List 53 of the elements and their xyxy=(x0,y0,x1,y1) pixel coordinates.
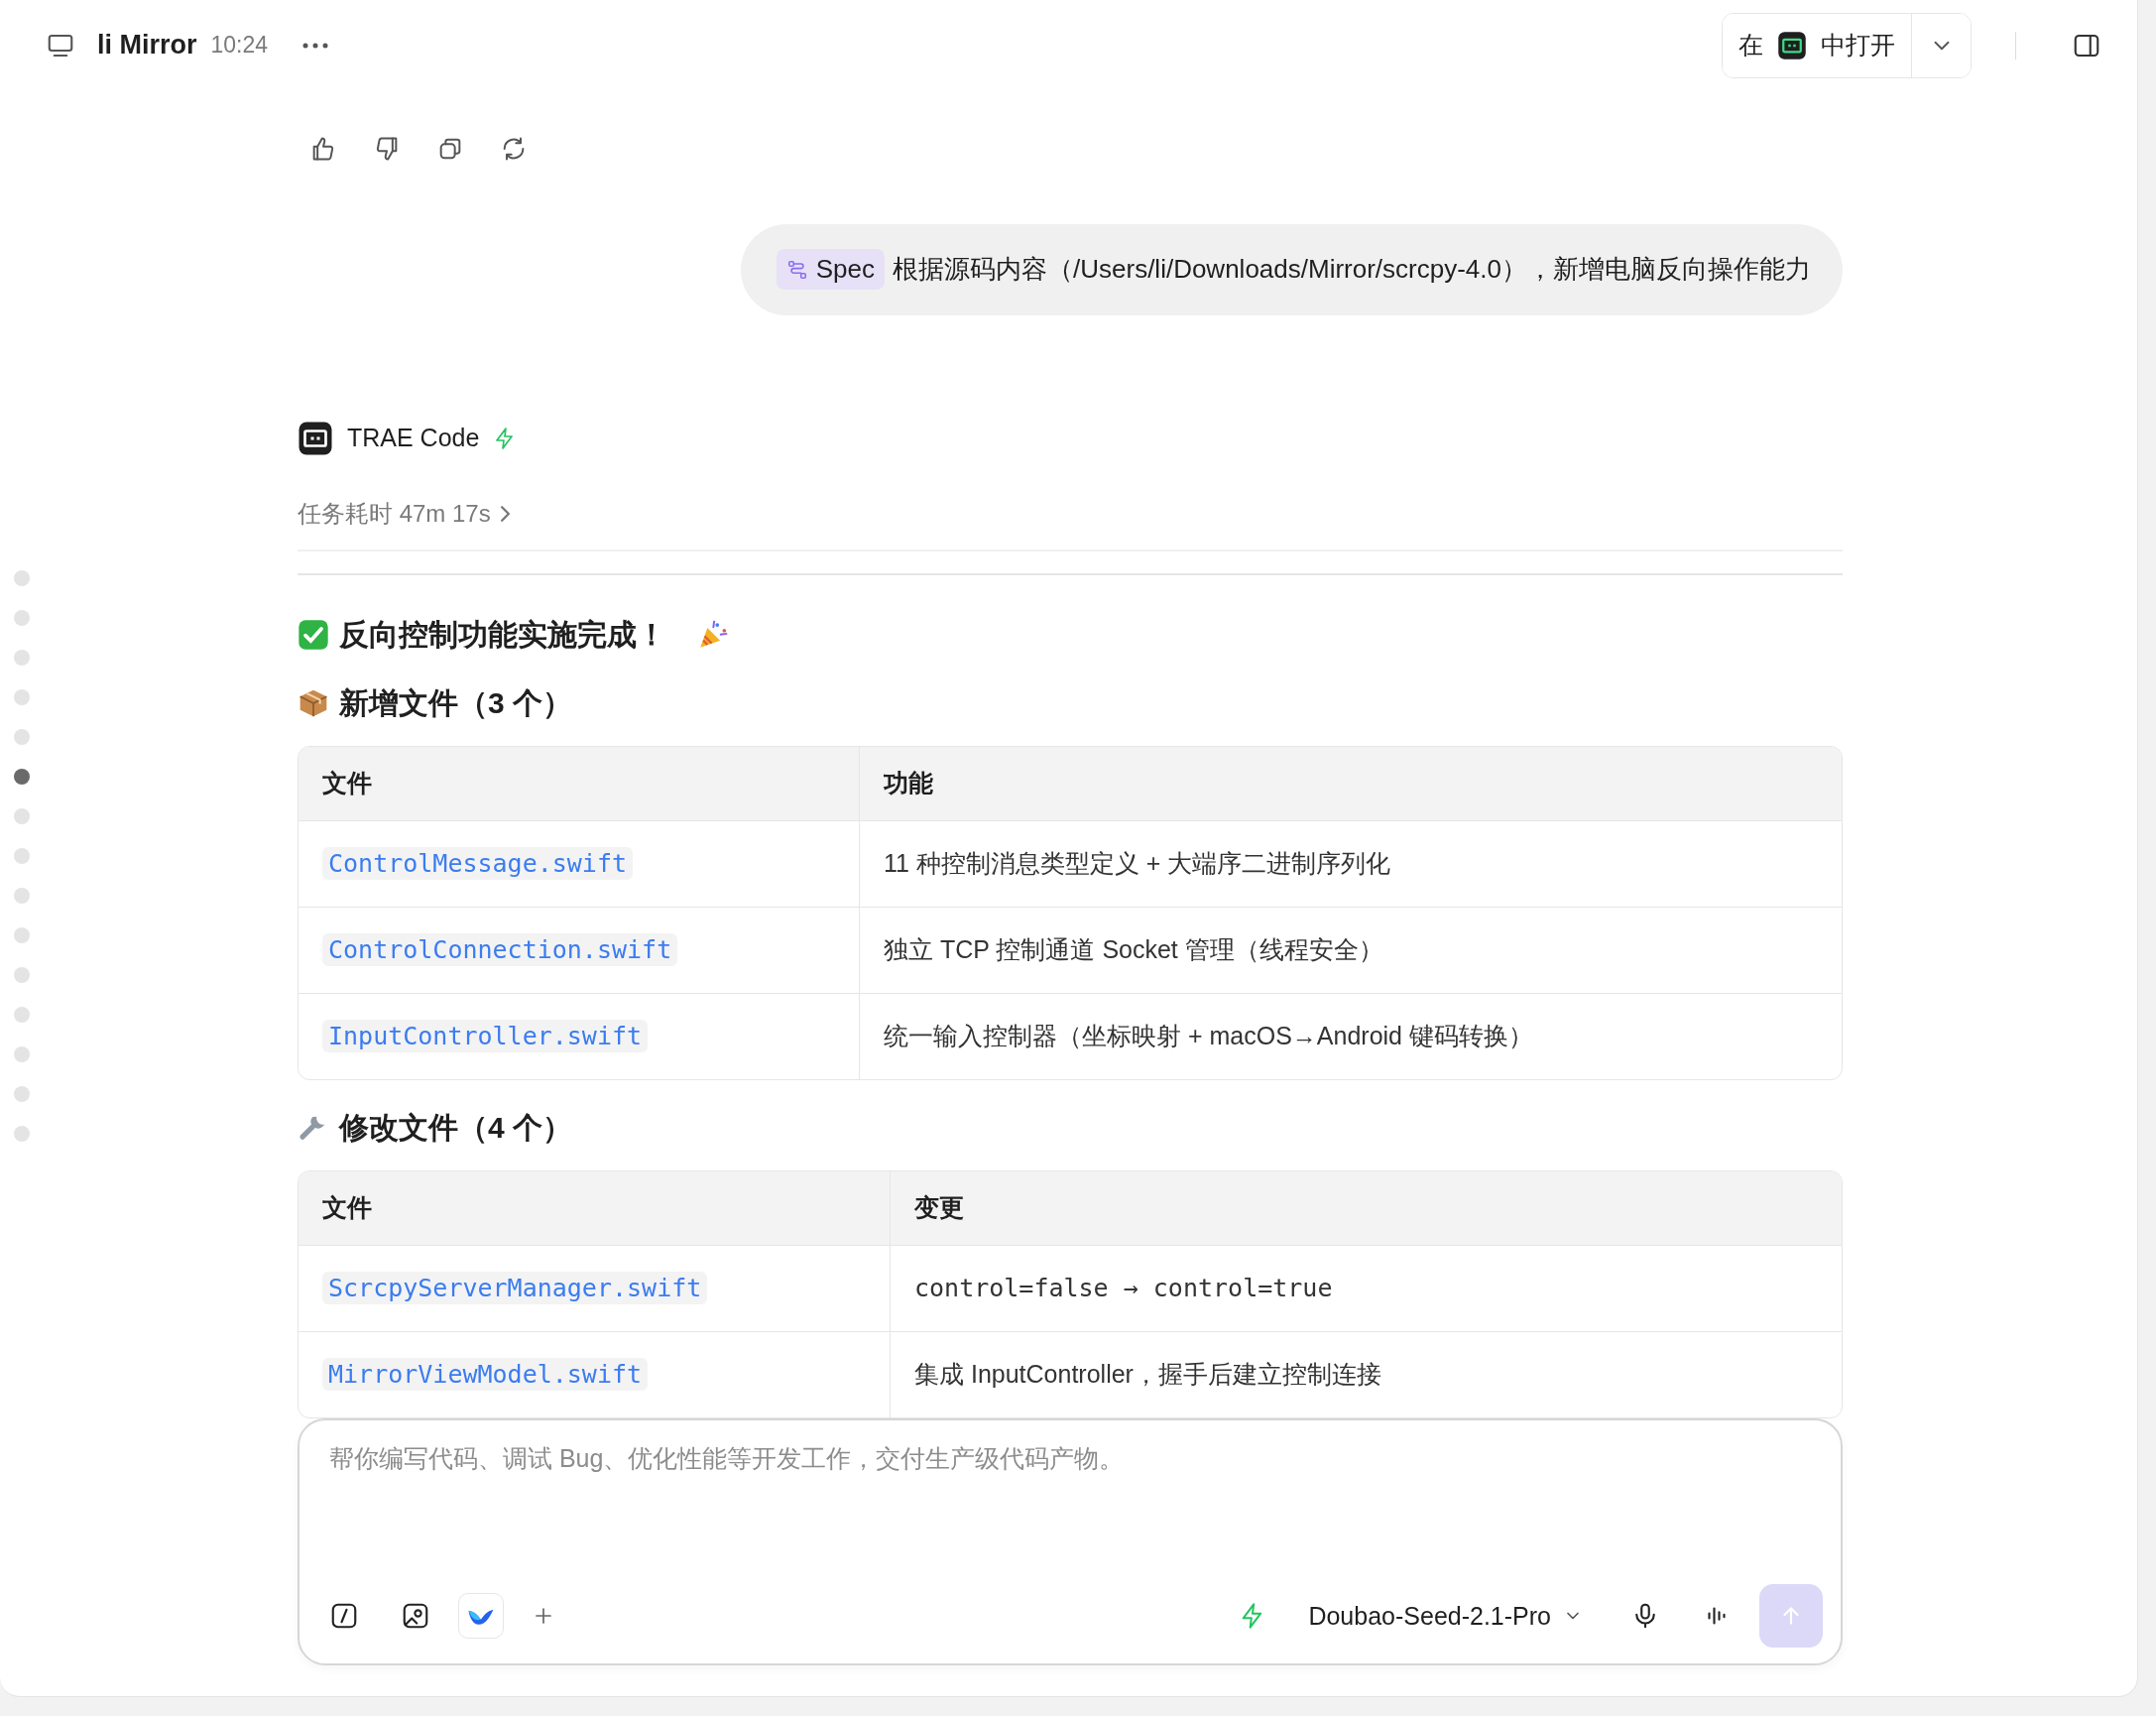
timeline-dot[interactable] xyxy=(14,1085,30,1102)
slash-square-icon xyxy=(329,1601,359,1631)
more-icon xyxy=(301,41,330,50)
description-text: 11 种控制消息类型定义 + 大端序二进制序列化 xyxy=(884,848,1391,880)
command-button[interactable] xyxy=(329,1601,359,1631)
file-name: ScrcpyServerManager.swift xyxy=(322,1272,708,1305)
agent-name: TRAE Code xyxy=(347,424,480,453)
image-button[interactable] xyxy=(401,1601,430,1631)
timeline-dot[interactable] xyxy=(14,649,30,666)
timeline-dot[interactable] xyxy=(14,847,30,864)
timeline-dot[interactable] xyxy=(14,807,30,824)
message-text: 根据源码内容（/Users/li/Downloads/Mirror/scrcpy-4.0），新增电脑反向操作能力 xyxy=(893,253,1811,287)
timeline-dot[interactable] xyxy=(14,1006,30,1023)
description-text: 集成 InputController，握手后建立控制连接 xyxy=(914,1359,1381,1391)
column-header: 变更 xyxy=(891,1170,1842,1246)
timeline-dot[interactable] xyxy=(14,569,30,586)
timeline-dot[interactable] xyxy=(14,1045,30,1062)
image-icon xyxy=(401,1601,430,1631)
section-heading: 新增文件（3 个） xyxy=(339,684,573,721)
task-duration-toggle[interactable]: 任务耗时 47m 17s xyxy=(298,497,510,530)
terminal-logo-icon xyxy=(1777,30,1807,61)
more-button[interactable] xyxy=(301,41,330,50)
file-name: ControlConnection.swift xyxy=(322,933,678,967)
chat-input-box[interactable]: 帮你编写代码、调试 Bug、优化性能等开发工作，交付生产级代码产物。 Doubao-Seed-2.1-Pro xyxy=(298,1417,1843,1665)
section-heading: 修改文件（4 个） xyxy=(339,1109,573,1146)
code-text: control=false → control=true xyxy=(914,1274,1333,1303)
timeline-dot[interactable] xyxy=(14,609,30,626)
open-options-button[interactable] xyxy=(1911,13,1971,77)
check-box-icon xyxy=(298,619,329,652)
terminal-logo-icon xyxy=(298,420,333,456)
app-shortcut-button[interactable] xyxy=(458,1593,504,1639)
timeline-dot[interactable] xyxy=(14,688,30,705)
timeline-dot[interactable] xyxy=(14,768,30,785)
file-name: MirrorViewModel.swift xyxy=(322,1358,649,1392)
timeline-dot[interactable] xyxy=(14,728,30,745)
timeline-dot[interactable] xyxy=(14,1125,30,1142)
window-title: li Mirror xyxy=(97,30,197,61)
chevron-right-icon xyxy=(500,505,510,522)
column-header: 功能 xyxy=(860,746,1842,821)
file-name: ControlMessage.swift xyxy=(322,847,634,881)
message-time: 10:24 xyxy=(210,32,269,60)
file-name: InputController.swift xyxy=(322,1020,649,1053)
column-header: 文件 xyxy=(299,1170,891,1246)
timeline-dot[interactable] xyxy=(14,926,30,943)
description-text: 统一输入控制器（坐标映射 + macOS→Android 键码转换） xyxy=(884,1021,1533,1052)
summary-title: 反向控制功能实施完成！ xyxy=(339,616,666,653)
timeline-dot[interactable] xyxy=(14,887,30,904)
description-text: 独立 TCP 控制通道 Socket 管理（线程安全） xyxy=(884,934,1383,966)
tag-label: Spec xyxy=(815,254,875,286)
model-selector[interactable]: Doubao-Seed-2.1-Pro xyxy=(1308,1601,1583,1631)
column-header: 文件 xyxy=(299,746,860,821)
timeline-dot[interactable] xyxy=(14,966,30,983)
workflow-icon xyxy=(785,258,808,281)
